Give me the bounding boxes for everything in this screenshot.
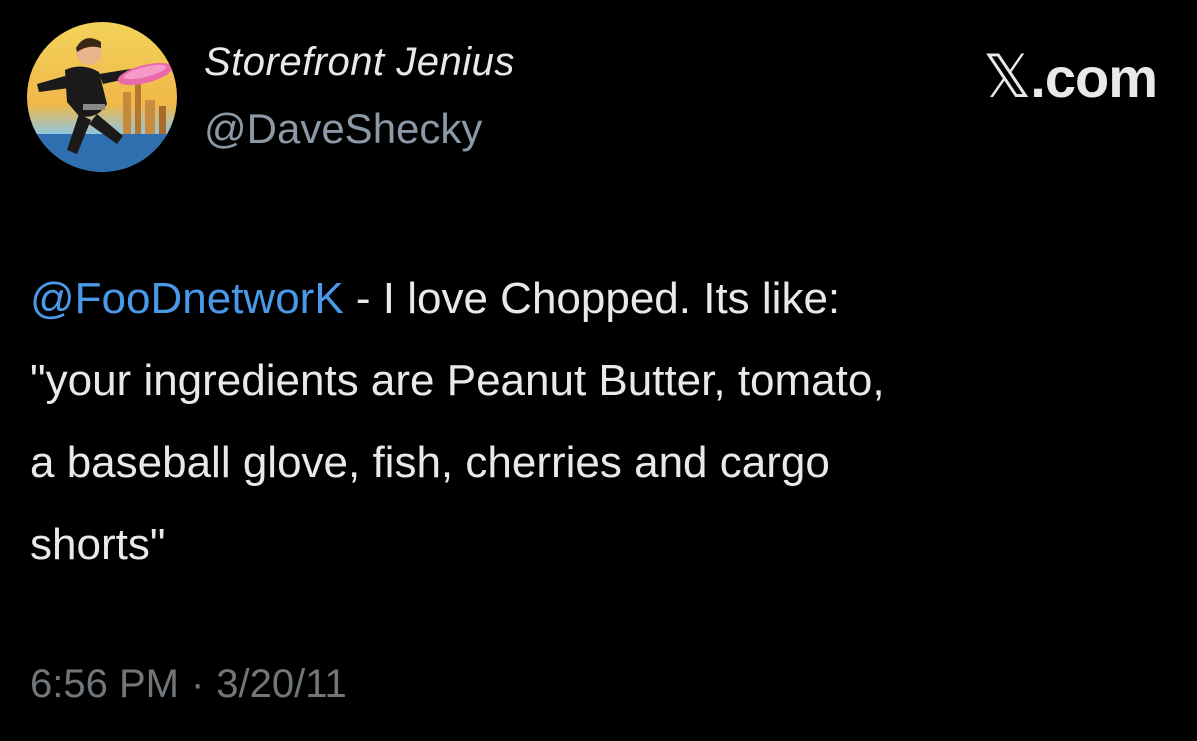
tweet-line-2: "your ingredients are Peanut Butter, tom… bbox=[30, 356, 885, 405]
tweet-text: @FooDnetworK - I love Chopped. Its like:… bbox=[30, 258, 1170, 586]
display-name[interactable]: Storefront Jenius bbox=[204, 40, 515, 85]
tweet-line-1: @FooDnetworK - I love Chopped. Its like: bbox=[30, 258, 1170, 340]
tweet-line-3: a baseball glove, fish, cherries and car… bbox=[30, 438, 830, 487]
avatar[interactable] bbox=[27, 22, 177, 172]
x-mark: 𝕏 bbox=[982, 42, 1031, 112]
avatar-illustration bbox=[27, 22, 177, 172]
timestamp-date: 3/20/11 bbox=[216, 662, 347, 706]
x-logo-icon: 𝕏.com bbox=[982, 42, 1158, 112]
tweet-card: Storefront Jenius @DaveShecky 𝕏.com @Foo… bbox=[0, 0, 1197, 741]
tweet-line-4: shorts" bbox=[30, 520, 166, 569]
timestamp-separator: · bbox=[190, 662, 205, 706]
user-handle[interactable]: @DaveShecky bbox=[204, 105, 482, 153]
mention-link[interactable]: @FooDnetworK bbox=[30, 274, 344, 323]
timestamp-time: 6:56 PM bbox=[30, 662, 179, 706]
timestamp[interactable]: 6:56 PM · 3/20/11 bbox=[30, 662, 347, 707]
tweet-line-1-text: - I love Chopped. Its like: bbox=[343, 274, 841, 323]
brand-logo-suffix: .com bbox=[1030, 46, 1158, 109]
